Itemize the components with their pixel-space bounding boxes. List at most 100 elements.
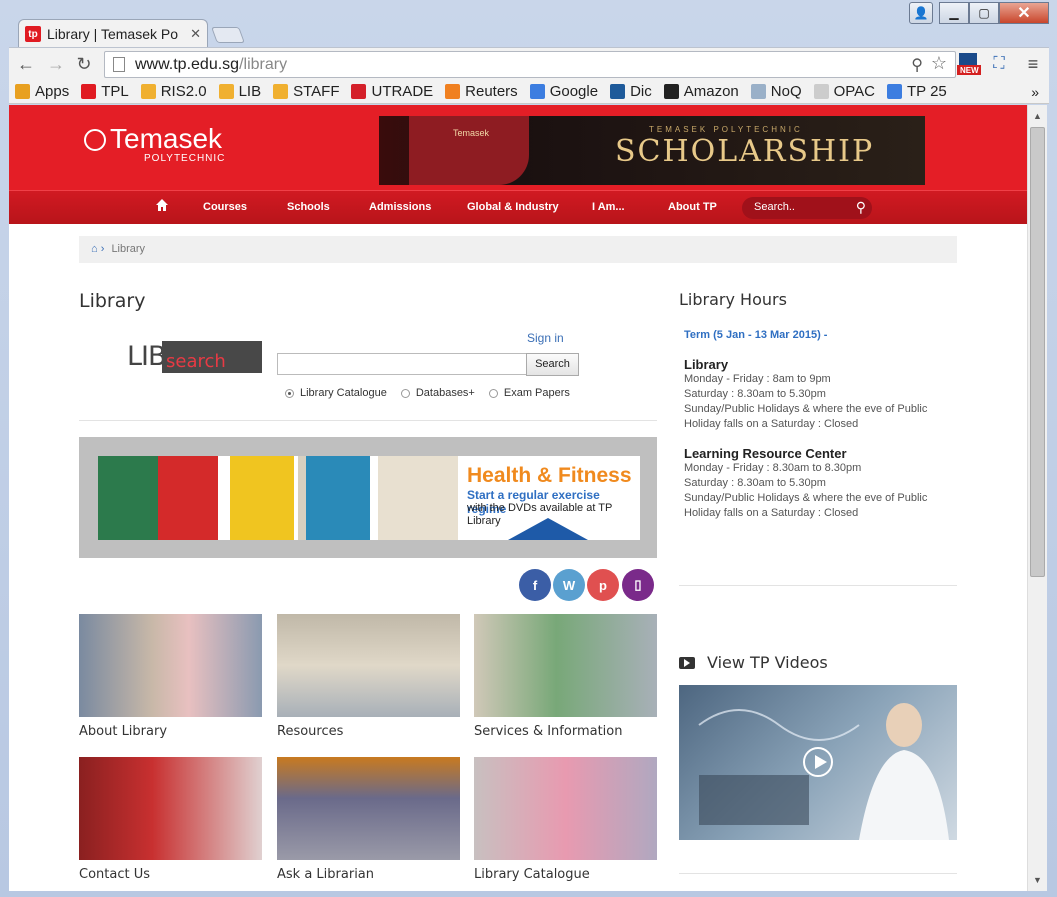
radio-dot[interactable]	[400, 388, 410, 398]
bookmark-google[interactable]: Google	[529, 83, 598, 100]
pinterest-icon[interactable]: p	[587, 569, 619, 601]
scroll-down-icon[interactable]: ▼	[1033, 875, 1042, 885]
bookmark-lib[interactable]: LIB	[218, 83, 261, 100]
tile-image	[474, 757, 657, 860]
mobile-icon[interactable]: ▯	[622, 569, 654, 601]
library-hours-heading: Library	[684, 357, 729, 372]
minimize-button[interactable]: ▁	[939, 2, 969, 24]
back-button[interactable]: ←	[15, 53, 37, 75]
radio-dot[interactable]	[285, 388, 294, 398]
bookmark-ris2-0[interactable]: RIS2.0	[140, 83, 207, 100]
tile-label: Resources	[277, 724, 344, 739]
bookmark-staff[interactable]: STAFF	[273, 83, 339, 100]
radio-databases[interactable]: Databases+	[400, 387, 475, 399]
radio-label: Databases+	[415, 387, 475, 399]
radio-exam-papers[interactable]: Exam Papers	[488, 387, 570, 399]
tile-label: Ask a Librarian	[277, 867, 375, 882]
nav-admissions[interactable]: Admissions	[369, 201, 431, 213]
tile-library-catalogue[interactable]: Library Catalogue	[474, 757, 657, 882]
radio-dot[interactable]	[488, 388, 498, 398]
library-search-input[interactable]	[277, 353, 527, 375]
bookmark-label: TPL	[101, 83, 129, 100]
bookmark-star-icon[interactable]: ☆	[931, 53, 947, 74]
video-play-button[interactable]	[803, 747, 833, 777]
scrollbar-thumb[interactable]	[1030, 127, 1045, 577]
url-host: www.tp.edu.sg	[135, 55, 240, 73]
nav-i-am[interactable]: I Am...	[592, 201, 625, 213]
radio-label: Exam Papers	[503, 387, 570, 399]
reload-button[interactable]: ↻	[73, 53, 95, 75]
extension-new-icon[interactable]: NEW	[957, 52, 981, 76]
nav-about-tp[interactable]: About TP	[668, 201, 717, 213]
tile-ask-a-librarian[interactable]: Ask a Librarian	[277, 757, 460, 882]
zoom-icon[interactable]: ⚲	[911, 55, 923, 75]
breadcrumb-current: Library	[111, 243, 146, 255]
bookmarks-more-icon[interactable]: »	[1031, 84, 1039, 100]
active-tab[interactable]: tp Library | Temasek Po ✕	[18, 19, 208, 48]
bookmark-label: Apps	[35, 83, 70, 100]
page-scrollbar[interactable]: ▲ ▼	[1027, 105, 1047, 891]
bookmark-apps[interactable]: Apps	[15, 83, 69, 100]
tile-resources[interactable]: Resources	[277, 614, 460, 739]
new-tab-button[interactable]	[211, 27, 245, 43]
nav-courses[interactable]: Courses	[203, 201, 247, 213]
page-icon	[113, 57, 125, 72]
site-search-input[interactable]: Search.. ⚲	[742, 197, 872, 219]
health-fitness-promo[interactable]: Health & Fitness Start a regular exercis…	[79, 437, 657, 558]
bookmark-tp-25[interactable]: TP 25	[887, 83, 947, 100]
divider	[79, 420, 657, 421]
library-search-button[interactable]: Search	[526, 353, 579, 376]
google-icon	[887, 84, 903, 99]
facebook-icon[interactable]: f	[519, 569, 551, 601]
bookmark-amazon[interactable]: Amazon	[663, 83, 739, 100]
promo-photo	[298, 456, 306, 540]
tile-services-information[interactable]: Services & Information	[474, 614, 657, 739]
maximize-button[interactable]: ▢	[969, 2, 999, 24]
search-icon[interactable]: ⚲	[856, 199, 866, 216]
menu-icon[interactable]: ≡	[1023, 52, 1043, 76]
bookmark-label: Reuters	[465, 83, 518, 100]
bookmark-dic[interactable]: Dic	[610, 83, 652, 100]
home-icon[interactable]	[155, 198, 169, 212]
wordpress-icon[interactable]: W	[553, 569, 585, 601]
page-viewport: Temasek POLYTECHNIC Temasek TEMASEK POLY…	[9, 105, 1027, 891]
bookmark-utrade[interactable]: UTRADE	[351, 83, 433, 100]
apps-grid-icon	[15, 84, 30, 99]
bookmark-opac[interactable]: OPAC	[813, 83, 876, 100]
close-tab-icon[interactable]: ✕	[190, 26, 201, 42]
tile-image	[277, 614, 460, 717]
scroll-up-icon[interactable]: ▲	[1033, 111, 1042, 121]
logo-sub: POLYTECHNIC	[144, 153, 226, 164]
scholarship-banner[interactable]: Temasek TEMASEK POLYTECHNIC SCHOLARSHIP	[379, 116, 925, 185]
tile-label: Library Catalogue	[474, 867, 590, 882]
radio-library-catalogue[interactable]: Library Catalogue	[285, 387, 387, 399]
tile-image	[79, 614, 262, 717]
bookmark-tpl[interactable]: TPL	[81, 83, 129, 100]
library-hours-line: Sunday/Public Holidays & where the eve o…	[684, 403, 928, 415]
sign-in-link[interactable]: Sign in	[527, 331, 564, 345]
bookmark-noq[interactable]: NoQ	[750, 83, 802, 100]
search-word: search	[162, 341, 262, 373]
bookmark-reuters[interactable]: Reuters	[445, 83, 518, 100]
tile-contact-us[interactable]: Contact Us	[79, 757, 262, 882]
forward-button[interactable]: →	[45, 53, 67, 75]
folder-icon	[140, 84, 156, 99]
cast-icon[interactable]: ⛶	[989, 52, 1009, 76]
promo-title: Health & Fitness	[467, 464, 632, 487]
lrc-hours-line: Sunday/Public Holidays & where the eve o…	[684, 492, 928, 504]
videos-title: View TP Videos	[679, 653, 828, 672]
nav-schools[interactable]: Schools	[287, 201, 330, 213]
temasek-logo[interactable]: Temasek POLYTECHNIC	[84, 123, 225, 164]
close-window-button[interactable]: ✕	[999, 2, 1049, 24]
bookmark-label: OPAC	[833, 83, 876, 100]
nav-global-industry[interactable]: Global & Industry	[467, 201, 559, 213]
breadcrumb-home-icon[interactable]: ⌂ ›	[91, 243, 104, 255]
video-thumbnail[interactable]	[679, 685, 957, 840]
promo-triangle	[508, 518, 588, 540]
tile-about-library[interactable]: About Library	[79, 614, 262, 739]
user-profile-button[interactable]: 👤	[909, 2, 933, 24]
tile-label: Contact Us	[79, 867, 150, 882]
address-bar[interactable]: www.tp.edu.sg/library ⚲ ☆	[104, 51, 956, 78]
banner-book-text: Temasek	[453, 128, 490, 138]
folder-image: Temasek	[409, 116, 529, 185]
